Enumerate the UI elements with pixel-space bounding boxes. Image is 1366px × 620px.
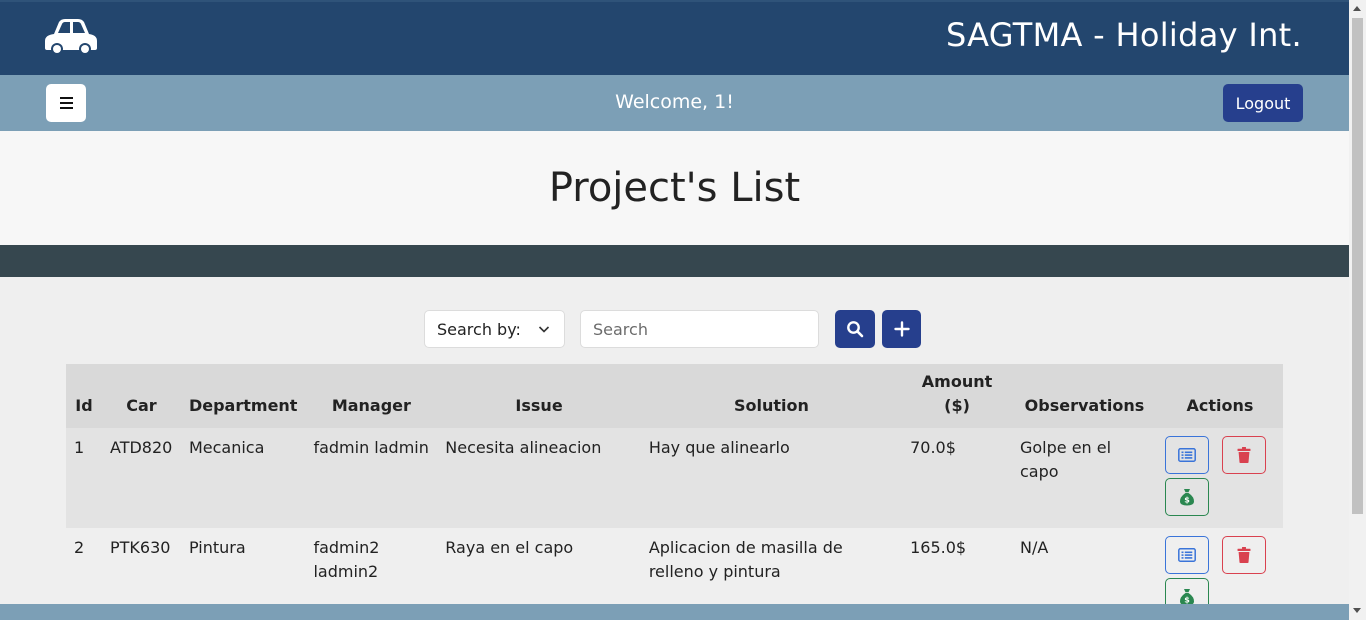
table-header-row: Id Car Department Manager Issue Solution… bbox=[66, 364, 1283, 428]
search-by-label: Search by: bbox=[437, 319, 521, 339]
cell-observations: Golpe en el capo bbox=[1019, 438, 1112, 481]
header-amount-line1: Amount bbox=[921, 372, 993, 391]
header-department: Department bbox=[188, 396, 298, 415]
search-button[interactable] bbox=[835, 310, 875, 348]
title-section: Project's List bbox=[0, 131, 1349, 245]
table-row: 1 ATD820 Mecanica fadmin ladmin Necesita… bbox=[66, 428, 1283, 528]
search-icon bbox=[847, 321, 864, 338]
delete-button[interactable] bbox=[1221, 436, 1266, 474]
list-details-icon bbox=[1177, 448, 1196, 462]
money-bag-icon: $ bbox=[1179, 489, 1194, 506]
cell-department: Mecanica bbox=[188, 438, 265, 457]
header-id: Id bbox=[75, 396, 93, 415]
logout-button[interactable]: Logout bbox=[1223, 84, 1303, 122]
cell-issue: Necesita alineacion bbox=[445, 438, 602, 457]
car-icon bbox=[45, 19, 97, 55]
trash-icon bbox=[1237, 547, 1251, 563]
divider-band bbox=[0, 245, 1349, 277]
cell-solution: Hay que alinearlo bbox=[648, 438, 790, 457]
app-title: SAGTMA - Holiday Int. bbox=[945, 16, 1302, 54]
welcome-message: Welcome, 1! bbox=[615, 91, 734, 113]
header-observations: Observations bbox=[1024, 396, 1145, 415]
header-actions: Actions bbox=[1186, 396, 1254, 415]
add-project-button[interactable] bbox=[882, 310, 921, 348]
header-solution: Solution bbox=[734, 396, 809, 415]
plus-icon bbox=[893, 321, 910, 337]
payment-button[interactable]: $ bbox=[1164, 478, 1209, 516]
cell-amount: 70.0$ bbox=[910, 438, 956, 457]
projects-table: Id Car Department Manager Issue Solution… bbox=[66, 364, 1283, 620]
list-details-icon bbox=[1177, 548, 1196, 562]
search-input[interactable] bbox=[580, 310, 819, 348]
delete-button[interactable] bbox=[1221, 536, 1266, 574]
scroll-up-arrow-icon[interactable] bbox=[1353, 6, 1361, 11]
svg-text:$: $ bbox=[1184, 496, 1190, 505]
footer-bar bbox=[0, 604, 1349, 620]
header-issue: Issue bbox=[515, 396, 563, 415]
navbar: Welcome, 1! Logout bbox=[0, 75, 1349, 131]
details-button[interactable] bbox=[1164, 436, 1209, 474]
search-by-select[interactable]: Search by: bbox=[424, 310, 565, 348]
header-manager: Manager bbox=[331, 396, 411, 415]
vertical-scrollbar[interactable] bbox=[1349, 0, 1366, 620]
header-amount: Amount ($) bbox=[902, 364, 1012, 428]
scroll-down-arrow-icon[interactable] bbox=[1353, 608, 1361, 613]
cell-manager: fadmin ladmin bbox=[313, 438, 429, 457]
trash-icon bbox=[1237, 447, 1251, 463]
top-header: SAGTMA - Holiday Int. bbox=[0, 0, 1349, 75]
header-amount-line2: ($) bbox=[944, 396, 970, 415]
cell-actions: $ bbox=[1157, 428, 1283, 528]
cell-car: ATD820 bbox=[109, 438, 173, 457]
details-button[interactable] bbox=[1164, 536, 1209, 574]
scrollbar-thumb[interactable] bbox=[1352, 18, 1363, 514]
header-car: Car bbox=[126, 396, 157, 415]
chevron-down-icon bbox=[538, 326, 550, 333]
page-title: Project's List bbox=[548, 165, 801, 211]
row-actions: $ bbox=[1164, 436, 1275, 520]
cell-id: 1 bbox=[74, 438, 85, 457]
